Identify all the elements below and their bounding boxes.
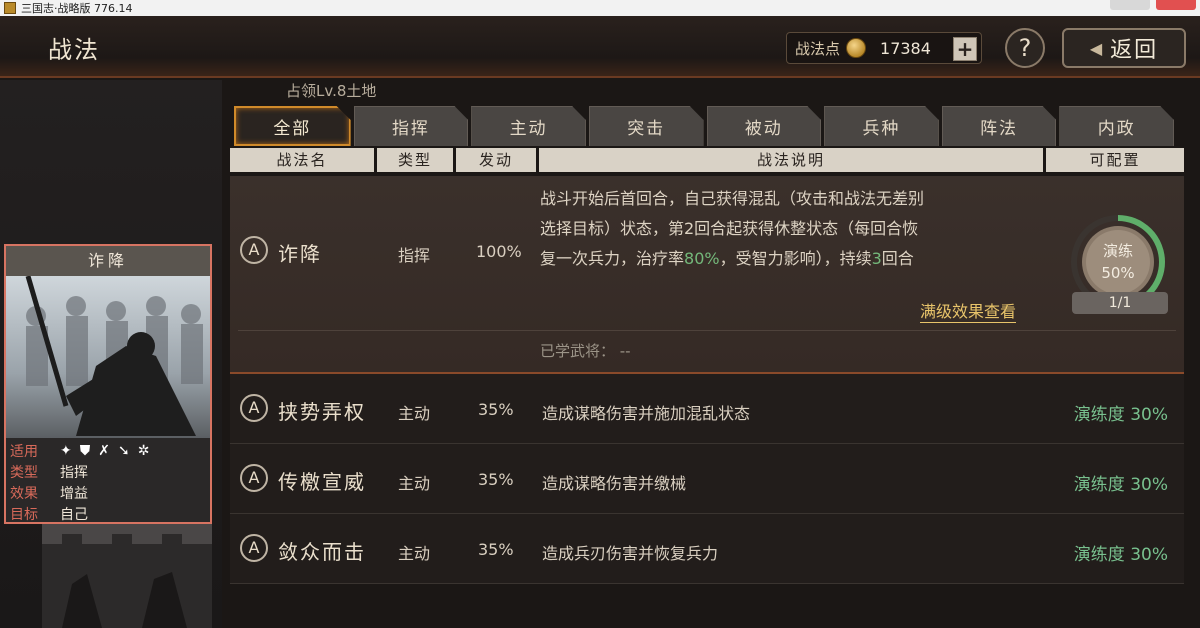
tab-active[interactable]: 主动: [471, 106, 586, 146]
tactic-rate: 35%: [478, 400, 514, 419]
learned-generals: 已学武将： --: [540, 342, 631, 360]
train-counter: 1/1: [1072, 292, 1168, 314]
attr-value: 增益: [60, 485, 88, 502]
desc-line-3-mid: ，受智力影响），持续: [719, 249, 872, 268]
train-level: 演练度 30%: [1073, 405, 1168, 425]
siege-icon: ✲: [137, 442, 150, 459]
card-attributes: 适用 ✦ ⛊ ✗ ➘ ✲ 类型 指挥 效果 增益 目标 自己: [6, 438, 210, 526]
tab-internal[interactable]: 内政: [1059, 106, 1174, 146]
attr-value: 自己: [60, 506, 88, 523]
attr-row-applicable: 适用 ✦ ⛊ ✗ ➘ ✲: [10, 440, 206, 461]
tactic-name: 传檄宣威: [278, 470, 366, 494]
tactic-row[interactable]: A 传檄宣威 主动 35% 造成谋略伤害并缴械 演练度 30%: [230, 444, 1184, 514]
tactic-type: 主动: [398, 404, 431, 423]
tactic-illustration: [6, 276, 210, 438]
col-desc: 战法说明: [539, 148, 1043, 172]
unit-type-icons: ✦ ⛊ ✗ ➘ ✲: [60, 443, 149, 459]
category-tabs: 全部 指挥 主动 突击 被动 兵种 阵法 内政: [234, 106, 1174, 146]
grade-badge: A: [240, 236, 268, 264]
attr-value: 指挥: [60, 464, 88, 481]
window-maximize-button[interactable]: [1110, 0, 1150, 10]
tactic-rate: 35%: [478, 470, 514, 489]
attr-row-effect: 效果 增益: [10, 482, 206, 503]
add-points-button[interactable]: +: [953, 37, 977, 61]
selected-tactic-row[interactable]: A 诈降 指挥 100% 战斗开始后首回合，自己获得混乱（攻击和战法无差别 选择…: [230, 176, 1184, 374]
tactic-points-label: 战法点: [795, 39, 841, 58]
back-label: 返回: [1110, 38, 1159, 63]
tactic-points-box: 战法点 17384 +: [786, 32, 982, 64]
tactic-name: 敛众而击: [278, 540, 366, 564]
col-config[interactable]: 可配置: [1046, 148, 1184, 172]
tab-formation[interactable]: 阵法: [941, 106, 1057, 146]
tactic-name: 挟势弄权: [278, 400, 366, 424]
train-level: 演练度 30%: [1073, 545, 1168, 565]
tactic-row[interactable]: A 挟势弄权 主动 35% 造成谋略伤害并施加混乱状态 演练度 30%: [230, 374, 1184, 444]
desc-line-2: 选择目标）状态，第2回合起获得休整状态（每回合恢: [540, 219, 919, 238]
tactic-type: 主动: [398, 544, 431, 563]
tactic-description: 战斗开始后首回合，自己获得混乱（攻击和战法无差别 选择目标）状态，第2回合起获得…: [540, 184, 1060, 274]
grade-badge: A: [240, 534, 268, 562]
tab-all[interactable]: 全部: [234, 106, 351, 146]
train-label: 演练: [1103, 242, 1133, 260]
page-title: 战法: [48, 36, 100, 64]
tactic-card: 诈降 适用 ✦ ⛊ ✗ ➘ ✲ 类型 指挥 效果 增益 目标 自己: [4, 244, 212, 524]
coin-icon: [846, 38, 867, 58]
train-level: 演练度 30%: [1073, 475, 1168, 495]
attr-row-target: 目标 自己: [10, 503, 206, 524]
duration-value: 3: [871, 249, 882, 268]
desc-line-3-start: 复一次兵力，治疗率: [540, 249, 685, 268]
tab-passive[interactable]: 被动: [706, 106, 822, 146]
attr-key: 效果: [10, 485, 38, 502]
tactic-description: 造成兵刃伤害并恢复兵力: [542, 544, 719, 563]
attr-key: 适用: [10, 443, 38, 460]
tab-command[interactable]: 指挥: [353, 106, 469, 146]
divider: [238, 330, 1176, 331]
desc-line-1: 战斗开始后首回合，自己获得混乱（攻击和战法无差别: [540, 189, 925, 208]
desc-line-3: 复一次兵力，治疗率80%，受智力影响），持续3回合: [540, 244, 1060, 274]
col-name[interactable]: 战法名: [230, 148, 374, 172]
header: 战法 战法点 17384 + ? ◀ 返回: [0, 16, 1200, 78]
grade-badge: A: [240, 394, 268, 422]
train-percent: 50%: [1101, 264, 1134, 282]
col-type[interactable]: 类型: [377, 148, 453, 172]
tactic-rate: 35%: [478, 540, 514, 559]
tactic-description: 造成谋略伤害并缴械: [542, 474, 687, 493]
tactic-description: 造成谋略伤害并施加混乱状态: [542, 404, 751, 423]
shield-icon: ⛊: [79, 442, 91, 459]
tactic-type: 指挥: [398, 246, 431, 265]
window-title: 三国志·战略版 776.14: [21, 2, 133, 15]
tactic-row[interactable]: A 敛众而击 主动 35% 造成兵刃伤害并恢复兵力 演练度 30%: [230, 514, 1184, 584]
window-close-button[interactable]: [1156, 0, 1196, 10]
attr-key: 目标: [10, 506, 38, 523]
tactics-list: A 诈降 指挥 100% 战斗开始后首回合，自己获得混乱（攻击和战法无差别 选择…: [230, 176, 1184, 628]
grade-badge: A: [240, 464, 268, 492]
desc-line-3-end: 回合: [881, 249, 914, 268]
tactic-name: 诈降: [278, 242, 322, 266]
back-arrow-icon: ◀: [1089, 38, 1105, 58]
tab-troop[interactable]: 兵种: [824, 106, 939, 146]
window-titlebar: 三国志·战略版 776.14: [0, 0, 1200, 16]
tab-assault[interactable]: 突击: [588, 106, 704, 146]
app-icon: [4, 2, 16, 14]
attr-key: 类型: [10, 464, 38, 481]
spear-icon: ➘: [117, 442, 130, 459]
heal-rate-value: 80%: [684, 249, 720, 268]
col-rate[interactable]: 发动: [456, 148, 536, 172]
castle-illustration: [42, 524, 212, 628]
help-button[interactable]: ?: [1005, 28, 1045, 68]
bow-icon: ✗: [98, 442, 110, 459]
full-level-effect-link[interactable]: 满级效果查看: [920, 298, 1017, 323]
back-button[interactable]: ◀ 返回: [1062, 28, 1186, 68]
tactic-rate: 100%: [476, 242, 522, 261]
tactic-type: 主动: [398, 474, 431, 493]
tactic-points-value: 17384: [880, 38, 931, 58]
column-headers: 战法名 类型 发动 战法说明 可配置: [230, 148, 1184, 172]
unlock-condition: 占领Lv.8土地: [286, 82, 377, 100]
attr-row-type: 类型 指挥: [10, 461, 206, 482]
card-title: 诈降: [6, 246, 210, 276]
cavalry-icon: ✦: [60, 442, 72, 459]
